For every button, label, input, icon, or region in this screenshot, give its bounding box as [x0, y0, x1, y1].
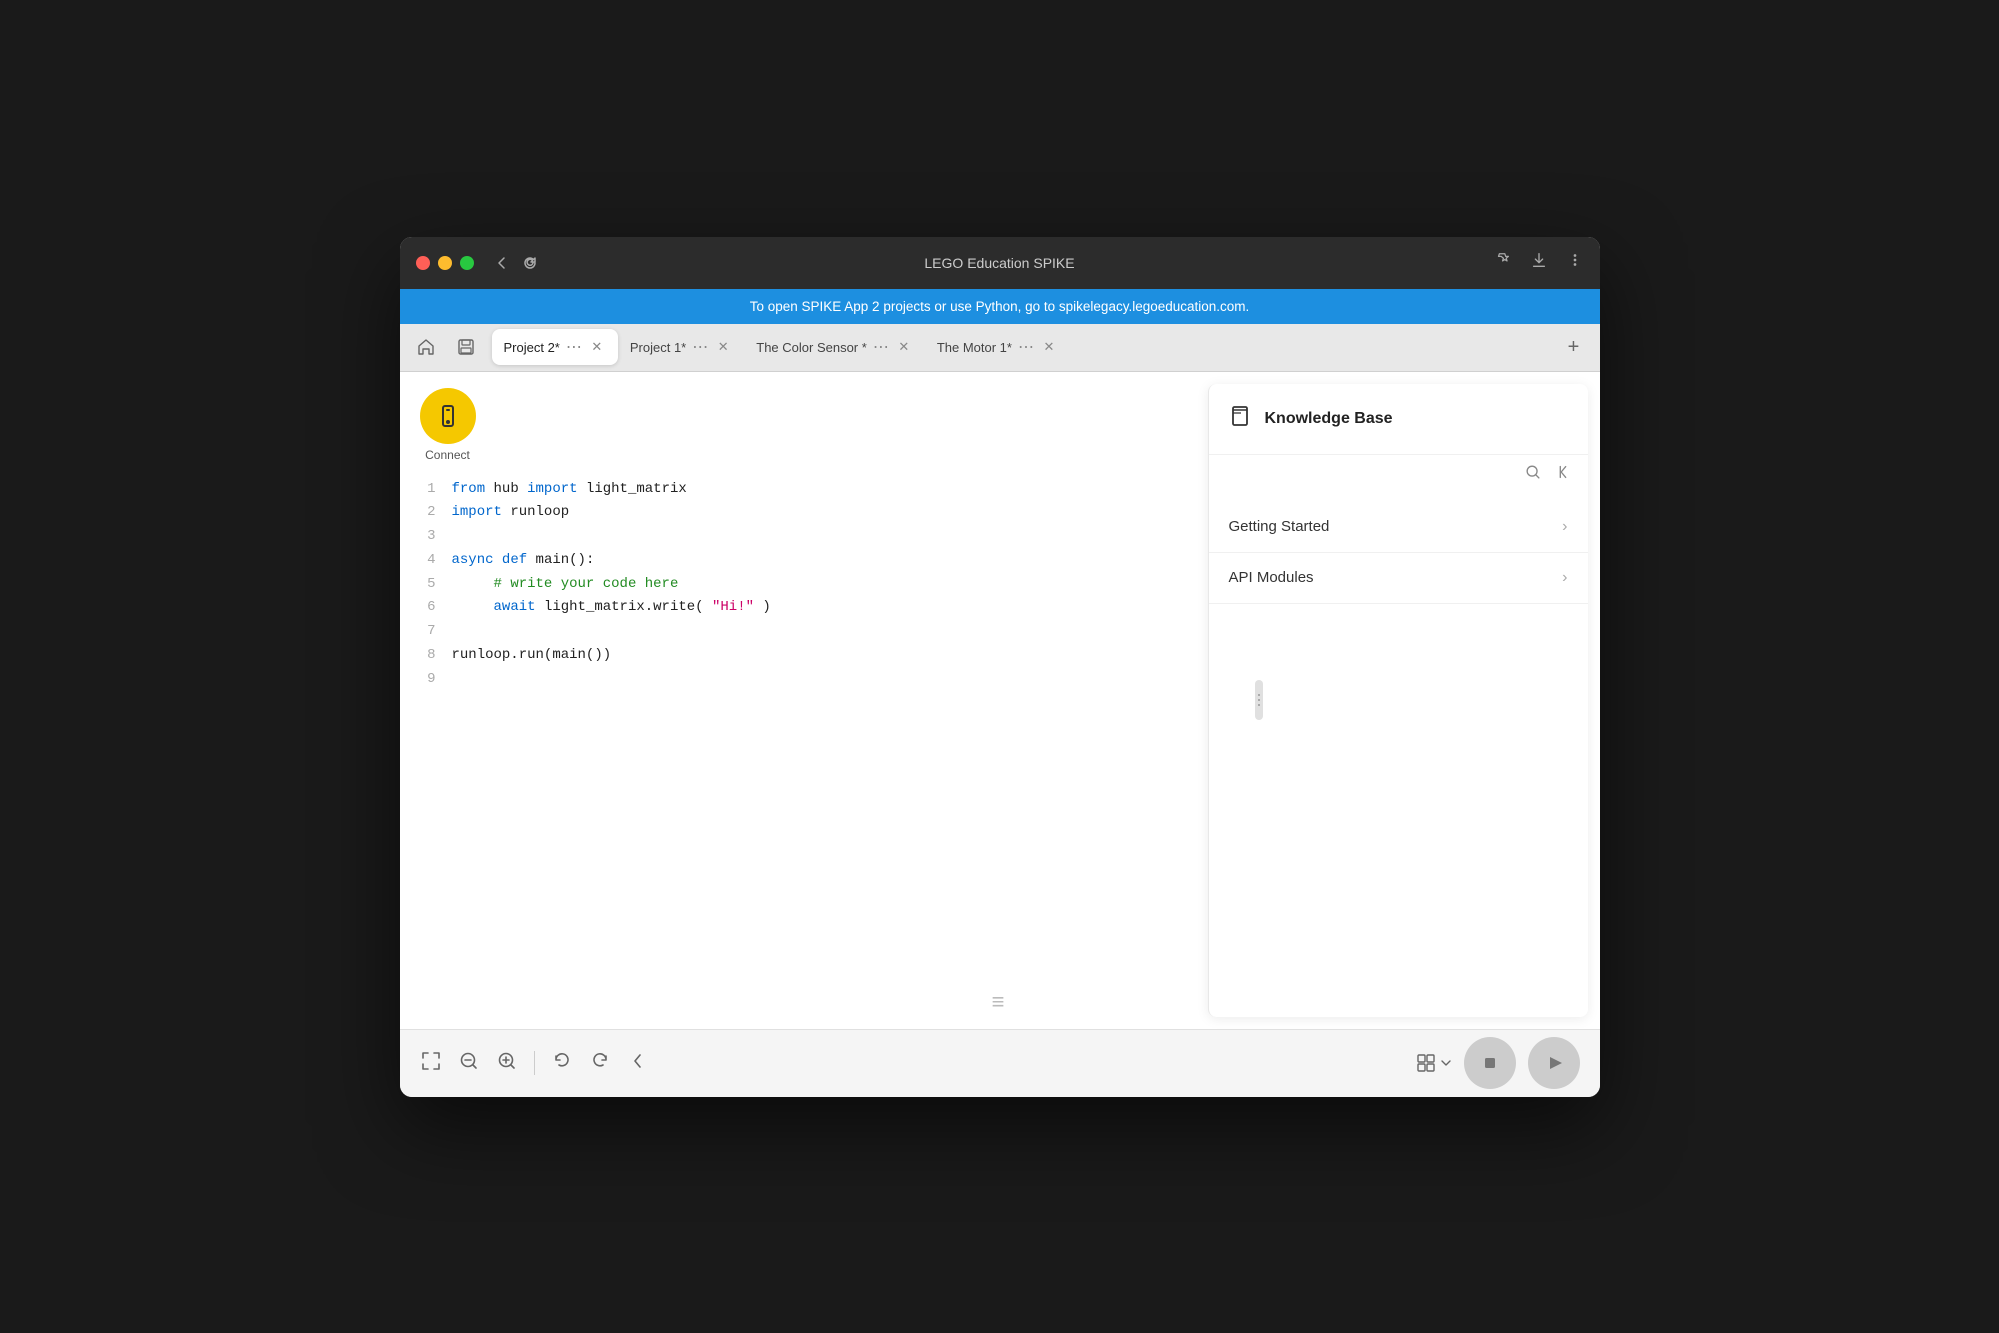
code-line-7: 7: [420, 620, 1188, 644]
main-content: Connect 1 from hub import light_matrix: [400, 372, 1600, 1029]
stop-button[interactable]: [1464, 1037, 1516, 1089]
kb-item-label: Getting Started: [1229, 518, 1330, 535]
editor-wrapper: Connect 1 from hub import light_matrix: [400, 372, 1600, 1029]
code-line-4: 4 async def main():: [420, 549, 1188, 573]
tab-project1[interactable]: Project 1* ⋯ ✕: [618, 329, 744, 365]
back-button[interactable]: [494, 255, 510, 271]
code-line-6: 6 await light_matrix.write( "Hi!" ): [420, 596, 1188, 620]
panel-collapse-icon[interactable]: [627, 1050, 649, 1077]
tab-label: Project 1*: [630, 340, 686, 355]
zoom-out-icon[interactable]: [458, 1050, 480, 1077]
kb-header: Knowledge Base: [1209, 384, 1588, 455]
editor-area: Connect 1 from hub import light_matrix: [400, 372, 1208, 1029]
code-line-1: 1 from hub import light_matrix: [420, 478, 1188, 502]
undo-icon[interactable]: [551, 1050, 573, 1077]
kb-item-api-modules[interactable]: API Modules ›: [1209, 553, 1588, 604]
code-line-8: 8 runloop.run(main()): [420, 644, 1188, 668]
bottom-left-tools: [420, 1050, 649, 1077]
titlebar: LEGO Education SPIKE: [400, 237, 1600, 289]
tab-menu-icon[interactable]: ⋯: [1018, 337, 1034, 357]
tab-label: The Motor 1*: [937, 340, 1012, 355]
tab-label: Project 2*: [504, 340, 560, 355]
code-line-2: 2 import runloop: [420, 501, 1188, 525]
redo-icon[interactable]: [589, 1050, 611, 1077]
connect-button[interactable]: Connect: [420, 388, 476, 462]
kb-toolbar: [1209, 455, 1588, 494]
tab-menu-icon[interactable]: ⋯: [873, 337, 889, 357]
add-tab-button[interactable]: +: [1556, 329, 1592, 365]
tab-close-icon[interactable]: ✕: [895, 338, 913, 356]
chevron-right-icon: ›: [1562, 518, 1567, 536]
book-icon: [1229, 404, 1253, 434]
chevron-right-icon: ›: [1562, 569, 1567, 587]
grid-button[interactable]: [1416, 1053, 1452, 1073]
extensions-icon[interactable]: [1494, 251, 1512, 274]
collapse-icon[interactable]: [1554, 463, 1572, 486]
tab-label: The Color Sensor *: [756, 340, 867, 355]
kb-items: Getting Started › API Modules ›: [1209, 494, 1588, 1017]
traffic-lights: [416, 256, 474, 270]
tab-bar: Project 2* ⋯ ✕ Project 1* ⋯ ✕ The Color …: [400, 324, 1600, 372]
minimize-button[interactable]: [438, 256, 452, 270]
window-title: LEGO Education SPIKE: [924, 255, 1074, 271]
fullscreen-icon[interactable]: [420, 1050, 442, 1077]
connect-icon: [420, 388, 476, 444]
menu-icon[interactable]: [1566, 251, 1584, 274]
info-banner: To open SPIKE App 2 projects or use Pyth…: [400, 289, 1600, 324]
panel-resize-handle[interactable]: [1255, 680, 1263, 720]
close-button[interactable]: [416, 256, 430, 270]
app-window: LEGO Education SPIKE To o: [400, 237, 1600, 1097]
tab-project2[interactable]: Project 2* ⋯ ✕: [492, 329, 618, 365]
bottom-toolbar: [400, 1029, 1600, 1097]
code-line-3: 3: [420, 525, 1188, 549]
tab-menu-icon[interactable]: ⋯: [692, 337, 708, 357]
tab-close-icon[interactable]: ✕: [714, 338, 732, 356]
separator: [534, 1051, 535, 1075]
code-editor[interactable]: 1 from hub import light_matrix 2 import: [400, 478, 1208, 1029]
play-button[interactable]: [1528, 1037, 1580, 1089]
tab-close-icon[interactable]: ✕: [588, 338, 606, 356]
editor-toolbar: Connect: [400, 372, 1208, 478]
knowledge-base-panel: Knowledge Base: [1208, 384, 1588, 1017]
kb-title: Knowledge Base: [1265, 410, 1393, 428]
tab-color-sensor[interactable]: The Color Sensor * ⋯ ✕: [744, 329, 925, 365]
code-line-5: 5 # write your code here: [420, 573, 1188, 597]
search-icon[interactable]: [1524, 463, 1542, 486]
connect-label: Connect: [425, 448, 470, 462]
titlebar-actions: [1494, 251, 1584, 274]
home-button[interactable]: [408, 329, 444, 365]
bottom-right-tools: [1416, 1037, 1580, 1089]
kb-item-getting-started[interactable]: Getting Started ›: [1209, 502, 1588, 553]
refresh-button[interactable]: [522, 255, 538, 271]
save-button[interactable]: [448, 329, 484, 365]
zoom-in-icon[interactable]: [496, 1050, 518, 1077]
tab-the-motor[interactable]: The Motor 1* ⋯ ✕: [925, 329, 1070, 365]
tab-close-icon[interactable]: ✕: [1040, 338, 1058, 356]
code-line-9: 9: [420, 668, 1188, 692]
download-icon[interactable]: [1530, 251, 1548, 274]
kb-item-label: API Modules: [1229, 569, 1314, 586]
nav-buttons: [494, 255, 538, 271]
tab-menu-icon[interactable]: ⋯: [566, 337, 582, 357]
maximize-button[interactable]: [460, 256, 474, 270]
drag-handle: ≡: [992, 989, 1008, 1015]
